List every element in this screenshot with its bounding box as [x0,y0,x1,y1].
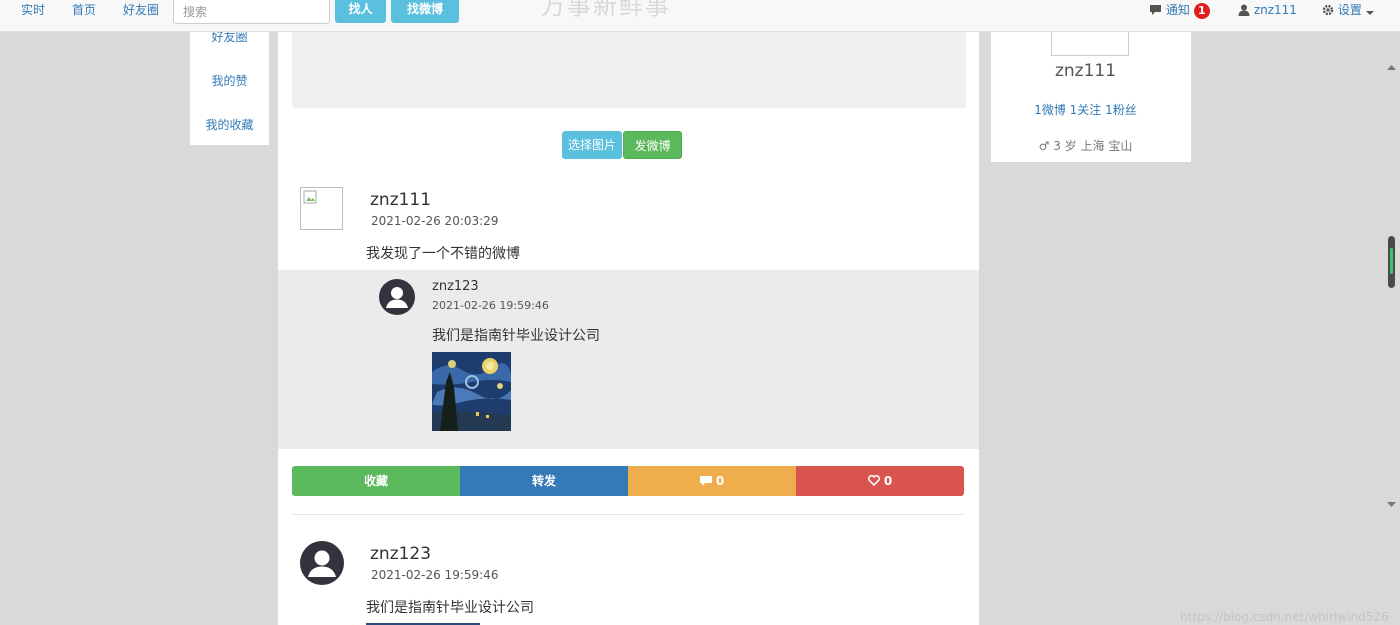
gear-icon [1322,3,1338,17]
notify-label: 通知 [1165,3,1190,17]
forward-button[interactable]: 转发 [460,466,628,496]
sidebar-item-favorites[interactable]: 我的收藏 [190,116,269,133]
user-menu-link[interactable]: znz111 [1238,0,1297,20]
sidebar-item-likes[interactable]: 我的赞 [190,72,269,89]
male-icon: ♂ [1038,139,1050,153]
comment-button[interactable]: 0 [628,466,796,496]
like-count: 0 [883,474,893,488]
like-button[interactable]: 0 [796,466,964,496]
comment-count: 0 [715,474,725,488]
find-weibo-button[interactable]: 找微博 [391,0,459,23]
default-avatar-icon [300,541,344,585]
find-people-button[interactable]: 找人 [335,0,386,23]
scroll-thumb[interactable] [1388,236,1395,288]
scroll-down-icon[interactable] [1383,500,1400,510]
top-navbar: 实时 首页 好友圈 搜索 找人 找微博 万事新鲜事 通知 1 znz111 设置 [0,0,1400,32]
comment-icon [1149,3,1166,17]
nav-realtime-link[interactable]: 实时 [21,0,45,31]
nav-home-link[interactable]: 首页 [72,0,96,31]
notify-badge: 1 [1193,3,1210,19]
profile-stats[interactable]: 1微博 1关注 1粉丝 [991,101,1180,118]
post-action-bar: 收藏 转发 0 0 [292,466,964,496]
site-title: 万事新鲜事 [541,0,671,20]
repost-author[interactable]: znz123 [432,279,479,294]
user-icon [1238,3,1254,17]
profile-info-text: 3 岁 上海 宝山 [1053,139,1133,153]
caret-down-icon [1365,3,1374,17]
choose-image-button[interactable]: 选择图片 [562,131,622,159]
profile-username[interactable]: znz111 [991,61,1180,81]
post-content: 我发现了一个不错的微博 [366,246,520,262]
search-input[interactable]: 搜索 [173,0,330,24]
watermark-text: https://blog.csdn.net/whirlwind526 [1180,610,1389,624]
main-feed: 选择图片 发微博 znz111 2021-02-26 20:03:29 我发现了… [278,31,979,625]
settings-label: 设置 [1337,3,1362,17]
post-author[interactable]: znz123 [370,544,431,564]
profile-info: ♂ 3 岁 上海 宝山 [991,137,1180,154]
post-button[interactable]: 发微博 [623,131,682,159]
notify-link[interactable]: 通知 1 [1149,0,1210,20]
profile-avatar[interactable] [1051,31,1129,56]
default-avatar-icon [379,279,415,315]
broken-image-avatar [300,187,343,230]
reposted-weibo: znz123 2021-02-26 19:59:46 我们是指南针毕业设计公司 [278,270,979,449]
composer-textarea[interactable] [292,31,966,108]
nav-friends-link[interactable]: 好友圈 [123,0,159,31]
post-time: 2021-02-26 20:03:29 [371,214,499,228]
post-author[interactable]: znz111 [370,190,431,210]
settings-dropdown[interactable]: 设置 [1322,0,1374,20]
starry-night-image[interactable] [432,352,511,431]
post-time: 2021-02-26 19:59:46 [371,568,499,582]
post-divider [292,514,964,515]
heart-icon [867,474,880,488]
nav-username: znz111 [1253,3,1297,17]
page-scrollbar[interactable] [1383,40,1400,625]
profile-card: znz111 1微博 1关注 1粉丝 ♂ 3 岁 上海 宝山 [991,31,1191,162]
favorite-button[interactable]: 收藏 [292,466,460,496]
repost-time: 2021-02-26 19:59:46 [432,299,549,312]
repost-content: 我们是指南针毕业设计公司 [432,328,600,344]
scroll-up-icon[interactable] [1383,62,1400,72]
left-sidebar: 好友圈 我的赞 我的收藏 [190,30,269,145]
comment-icon [699,474,712,488]
post-content: 我们是指南针毕业设计公司 [366,600,534,616]
